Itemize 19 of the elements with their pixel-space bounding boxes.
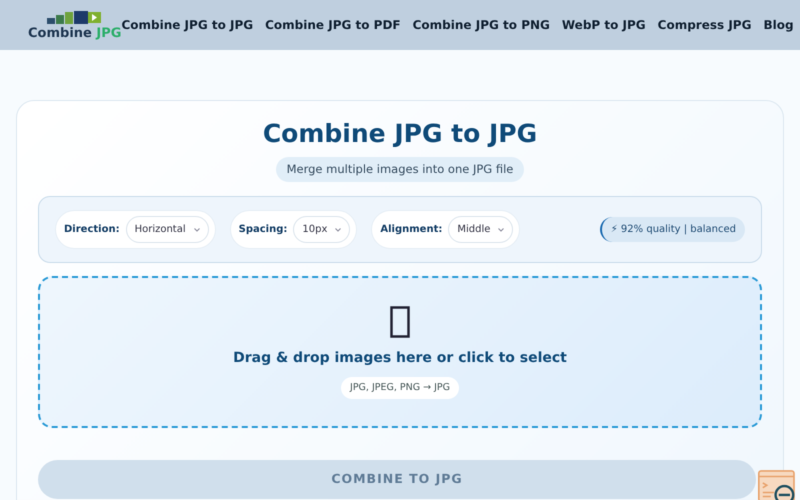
nav-link[interactable]: Combine JPG to PDF — [265, 16, 401, 34]
nav-link[interactable]: WebP to JPG — [562, 16, 646, 34]
option-label: Alignment: — [380, 223, 442, 238]
option-label: Direction: — [64, 223, 120, 238]
option-select[interactable]: Middle — [448, 216, 514, 244]
dropzone-text: Drag & drop images here or click to select — [233, 348, 567, 368]
page-title: Combine JPG to JPG — [262, 119, 538, 149]
nav-link[interactable]: Combine JPG to PNG — [412, 16, 550, 34]
nav-link[interactable]: Compress JPG — [658, 16, 752, 34]
dropzone[interactable]: Drag & drop images here or click to select JPG, JPEG, PNG → JPG — [38, 276, 762, 428]
option-select[interactable]: Horizontal — [126, 216, 209, 244]
nav-link[interactable]: Combine JPG to JPG — [121, 16, 254, 34]
option-label: Spacing: — [238, 223, 288, 238]
nav-link[interactable]: Blog — [763, 16, 794, 34]
quality-badge: ⚡ 92% quality | balanced — [600, 217, 745, 242]
option-select[interactable]: 10px — [293, 216, 350, 244]
logo-text[interactable]: Combine JPG — [28, 26, 122, 40]
subtitle: Merge multiple images into one JPG file — [276, 157, 524, 182]
formats-label: JPG, JPEG, PNG → JPG — [341, 376, 459, 399]
